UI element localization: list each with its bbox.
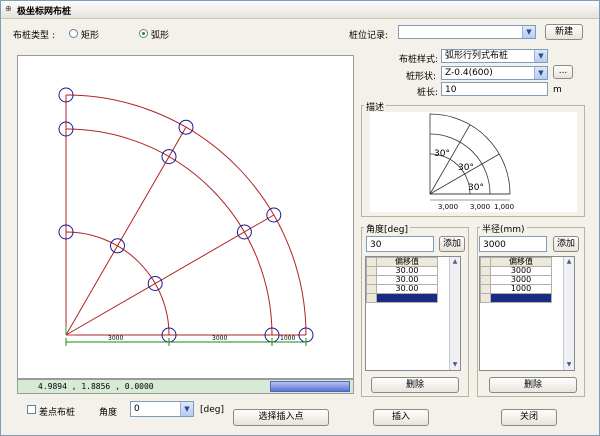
radius-delete-button[interactable]: 删除: [489, 377, 577, 393]
angle-label: 角度: [99, 408, 118, 418]
style-select[interactable]: 弧形行列式布桩 ▼: [441, 49, 548, 63]
dim-label-3: 1000: [280, 335, 295, 342]
chevron-down-icon: ▼: [180, 402, 193, 416]
style-label: 布桩样式:: [399, 55, 439, 65]
angle-label-2: 30°: [458, 163, 474, 173]
record-select[interactable]: ▼: [398, 25, 536, 39]
dim-label-1: 3000: [108, 335, 123, 342]
new-button[interactable]: 新建: [545, 24, 583, 40]
diff-pile-label: 差点布桩: [39, 408, 76, 418]
radio-rect[interactable]: [69, 29, 78, 38]
table-cell[interactable]: 1000: [490, 284, 552, 294]
length-unit: m: [553, 85, 562, 95]
style-value: 弧形行列式布桩: [445, 51, 509, 61]
dialog-window: ⊕ 极坐标网布桩 布桩类型 : 矩形 弧形 桩位记录: ▼ 新建 布桩样式: 弧…: [0, 0, 600, 436]
angle-select-value: 0: [134, 404, 140, 414]
shape-label: 桩形状:: [406, 72, 437, 82]
radius-offset-table[interactable]: 偏移值 3000 3000 1000 ▲ ▼: [479, 256, 575, 371]
radio-rect-label: 矩形: [81, 31, 100, 41]
radius-panel-label: 半径(mm): [480, 222, 527, 235]
length-label: 桩长:: [417, 88, 439, 98]
browse-button[interactable]: ...: [553, 65, 573, 79]
window-title: 极坐标网布桩: [17, 7, 72, 17]
dim-label-2: 3000: [212, 335, 227, 342]
length-input[interactable]: 10: [441, 82, 548, 96]
radius-add-button[interactable]: 添加: [553, 236, 579, 252]
angle-label-3: 30°: [468, 183, 484, 193]
radio-arc[interactable]: [139, 29, 148, 38]
chevron-down-icon: ▼: [534, 50, 547, 62]
pile-layout-drawing: 3000 3000 1000: [58, 87, 314, 346]
insert-button[interactable]: 插入: [373, 409, 429, 426]
coordinate-readout: 4.9894 , 1.8856 , 0.0000: [38, 382, 154, 391]
radius-label-1: 3,000: [438, 203, 458, 211]
description-preview: 30° 30° 30° 3,000 3,000 1,000: [370, 112, 577, 212]
radio-arc-label: 弧形: [151, 31, 170, 41]
angle-add-button[interactable]: 添加: [439, 236, 465, 252]
chevron-down-icon: ▼: [534, 67, 547, 79]
collapse-icon[interactable]: ⊕: [5, 4, 12, 13]
scroll-up-icon[interactable]: ▲: [564, 257, 574, 267]
angle-table-scrollbar[interactable]: ▲ ▼: [449, 257, 460, 370]
shape-select[interactable]: Z-0.4(600) ▼: [441, 66, 548, 80]
title-bar: ⊕ 极坐标网布桩: [1, 1, 599, 19]
status-bar: 4.9894 , 1.8856 , 0.0000: [17, 379, 354, 394]
angle-label-1: 30°: [434, 149, 450, 159]
table-new-row[interactable]: [376, 293, 438, 303]
description-group: 描述 30° 30° 30° 3,000 3,000 1,000: [361, 100, 585, 217]
scroll-down-icon[interactable]: ▼: [564, 360, 574, 370]
select-insert-point-button[interactable]: 选择插入点: [233, 409, 329, 426]
shape-value: Z-0.4(600): [445, 68, 493, 78]
radius-label-2: 3,000: [470, 203, 490, 211]
drawing-canvas[interactable]: 3000 3000 1000: [17, 55, 354, 379]
table-new-row[interactable]: [490, 293, 552, 303]
radius-input[interactable]: 3000: [479, 236, 547, 252]
angle-panel-label: 角度[deg]: [364, 222, 410, 235]
angle-select[interactable]: 0 ▼: [130, 401, 194, 417]
status-indicator: [270, 381, 350, 392]
record-label: 桩位记录:: [349, 31, 389, 41]
chevron-down-icon: ▼: [522, 26, 535, 38]
table-cell[interactable]: 30.00: [376, 284, 438, 294]
radius-table-scrollbar[interactable]: ▲ ▼: [563, 257, 574, 370]
diff-pile-checkbox[interactable]: [27, 405, 36, 414]
close-button[interactable]: 关闭: [501, 409, 557, 426]
description-diagram: 30° 30° 30° 3,000 3,000 1,000: [429, 113, 514, 211]
angle-delete-button[interactable]: 删除: [371, 377, 459, 393]
scroll-up-icon[interactable]: ▲: [450, 257, 460, 267]
scroll-down-icon[interactable]: ▼: [450, 360, 460, 370]
pile-type-label: 布桩类型 :: [13, 31, 55, 41]
angle-input[interactable]: 30: [366, 236, 434, 252]
angle-offset-table[interactable]: 偏移值 30.00 30.00 30.00 ▲ ▼: [365, 256, 461, 371]
radius-label-3: 1,000: [494, 203, 514, 211]
angle-unit: [deg]: [200, 405, 224, 415]
